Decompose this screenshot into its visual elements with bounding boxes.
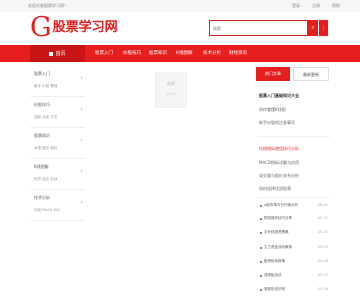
nav-item[interactable]: 财经资讯	[229, 45, 247, 62]
category-subtitle: 选股 买卖 方法	[34, 115, 58, 119]
hot-list-item[interactable]: 如何看懂K线图	[259, 107, 286, 113]
tab-hot[interactable]: 热门文章	[256, 67, 290, 81]
category-title: 炒股技巧	[34, 102, 50, 107]
nav-item[interactable]: K线图解	[176, 45, 192, 62]
news-row[interactable]: A股市场今日行情分析 06-01	[260, 202, 328, 212]
bullet-icon	[260, 289, 262, 291]
bullet-icon	[260, 232, 262, 234]
news-title: 主力资金流向解读	[264, 245, 292, 249]
news-date: 05-31	[317, 216, 328, 220]
category-subtitle: 形态 组合 实战	[34, 177, 58, 181]
home-icon	[49, 51, 54, 56]
site-logo[interactable]: G 股票学习网	[30, 12, 118, 43]
chevron-right-icon: ›	[80, 136, 83, 144]
news-row[interactable]: 中长线投资策略 05-30	[260, 229, 328, 239]
banner-line-1: 股票	[167, 81, 175, 86]
main-nav: 首页 股票入门 炒股技巧 股票知识 K线图解 技术分析 财经资讯	[0, 45, 360, 62]
news-title: 中长线投资策略	[264, 230, 289, 234]
news-row[interactable]: 底部形态识别 05-26	[260, 286, 328, 296]
news-row[interactable]: 短线操作技巧分享 05-31	[260, 215, 328, 225]
category-sidebar: 股票入门 新手 炒股 基础 › 炒股技巧 选股 买卖 方法 › 股票知识 术语 …	[30, 66, 85, 221]
category-title: 技术分析	[34, 195, 50, 200]
news-date: 05-26	[317, 287, 328, 291]
hot-list-item[interactable]: 股票入门基础知识大全	[259, 93, 299, 99]
right-sidebar: 热门文章 最新更新	[255, 67, 330, 81]
news-row[interactable]: 主力资金流向解读 05-29	[260, 244, 328, 254]
welcome-text: 欢迎光临股票学习网！	[28, 3, 68, 8]
category-subtitle: 新手 炒股 基础	[34, 84, 58, 88]
chevron-right-icon: ›	[80, 167, 83, 175]
search-input[interactable]	[210, 21, 304, 35]
news-title: 板块轮动规律	[264, 259, 285, 263]
sidebar-divider	[258, 197, 330, 198]
news-row[interactable]: 板块轮动规律 05-28	[260, 258, 328, 268]
register-link[interactable]: 注册	[312, 3, 320, 9]
category-title: K线图解	[34, 164, 49, 169]
news-title: 涨停板战法	[264, 273, 282, 277]
logo-letter: G	[30, 12, 52, 43]
top-links: 登录 注册 帮助	[292, 3, 340, 9]
news-row[interactable]: 涨停板战法 05-27	[260, 272, 328, 282]
bullet-icon	[260, 218, 262, 220]
sidebar-tabs: 热门文章 最新更新	[255, 67, 330, 81]
news-date: 05-29	[317, 245, 328, 249]
category-section[interactable]: K线图解 形态 组合 实战 ›	[30, 159, 85, 190]
search-area: ⌕ ⋮	[209, 20, 328, 36]
category-subtitle: 均线 MACD KDJ	[34, 208, 60, 212]
sidebar-divider	[258, 136, 330, 137]
news-date: 06-01	[317, 203, 328, 207]
chevron-right-icon: ›	[80, 105, 83, 113]
bullet-icon	[260, 247, 262, 249]
category-section[interactable]: 股票知识 术语 概念 指标 ›	[30, 128, 85, 159]
nav-item[interactable]: 股票入门	[95, 45, 113, 62]
nav-item[interactable]: 炒股技巧	[123, 45, 141, 62]
news-title: 短线操作技巧分享	[264, 216, 292, 220]
news-title: 底部形态识别	[264, 287, 285, 291]
bullet-icon	[260, 261, 262, 263]
more-button[interactable]: ⋮	[319, 20, 328, 36]
category-section[interactable]: 炒股技巧 选股 买卖 方法 ›	[30, 97, 85, 128]
chevron-right-icon: ›	[80, 74, 83, 82]
search-box	[209, 20, 308, 36]
nav-item[interactable]: 技术分析	[203, 45, 221, 62]
banner-line-2: 学习网	[166, 92, 176, 96]
bullet-icon	[260, 205, 262, 207]
category-title: 股票知识	[34, 133, 50, 138]
top-bar: 欢迎光临股票学习网！ 登录 注册 帮助	[0, 0, 360, 12]
bullet-icon	[260, 275, 262, 277]
chevron-right-icon: ›	[80, 198, 83, 206]
hot-list-item[interactable]: 如何选择优质股票	[259, 186, 291, 192]
hot-list-item[interactable]: 均线指标使用技巧分析	[259, 146, 299, 152]
magnifier-icon: ⌕	[311, 24, 315, 31]
tab-latest[interactable]: 最新更新	[293, 67, 329, 81]
search-button[interactable]: ⌕	[308, 20, 318, 36]
news-date: 05-30	[317, 230, 328, 234]
category-title: 股票入门	[34, 71, 50, 76]
nav-home[interactable]: 首页	[30, 45, 85, 62]
category-section[interactable]: 技术分析 均线 MACD KDJ ›	[30, 190, 85, 221]
hot-list-item[interactable]: 成交量与股价关系分析	[259, 173, 299, 179]
more-label: ⋮	[321, 25, 326, 31]
site-name: 股票学习网	[52, 20, 118, 35]
nav-item[interactable]: 股票知识	[149, 45, 167, 62]
news-date: 05-27	[317, 273, 328, 277]
login-link[interactable]: 登录	[292, 3, 300, 9]
news-title: A股市场今日行情分析	[264, 203, 298, 207]
banner-placeholder[interactable]: 股票 学习网	[155, 72, 187, 108]
news-date: 05-28	[317, 259, 328, 263]
help-link[interactable]: 帮助	[332, 3, 340, 9]
hot-list-item[interactable]: MACD指标详解与应用	[259, 160, 299, 166]
nav-home-label: 首页	[55, 51, 66, 57]
category-section[interactable]: 股票入门 新手 炒股 基础 ›	[30, 66, 85, 97]
hot-list-item[interactable]: 新手炒股的注意事项	[259, 120, 295, 126]
category-subtitle: 术语 概念 指标	[34, 146, 58, 150]
